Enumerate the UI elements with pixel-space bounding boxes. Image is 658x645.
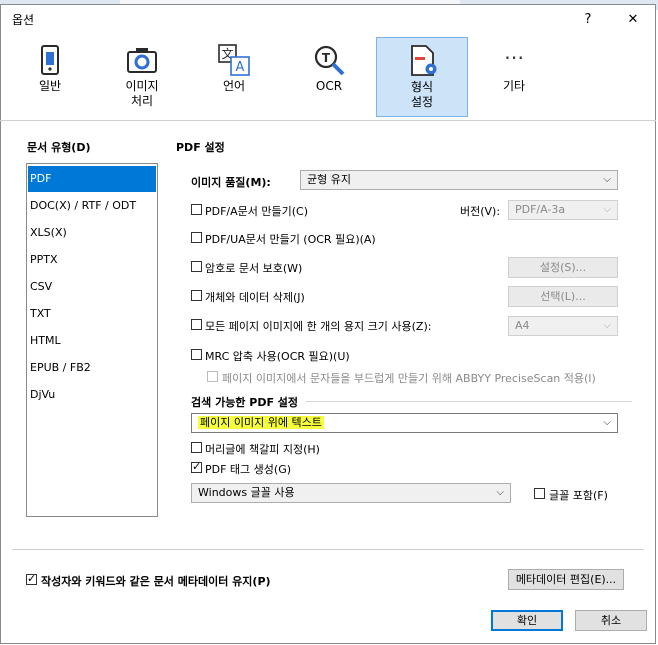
pdf-tags-label: PDF 태그 생성(G) (205, 463, 292, 476)
pdfua-label: PDF/UA문서 만들기 (OCR 필요)(A) (205, 233, 376, 246)
list-item[interactable]: TXT (28, 301, 156, 327)
tab-format-settings[interactable]: 형식 설정 (376, 37, 468, 117)
precisescan-label: 페이지 이미지에서 문자들을 부드럽게 만들기 위해 ABBYY Precise… (222, 372, 596, 385)
embed-fonts-checkbox[interactable] (534, 488, 545, 499)
group-divider (306, 401, 632, 402)
list-item[interactable]: PPTX (28, 247, 156, 273)
doc-types-heading: 문서 유형(D) (27, 141, 91, 154)
chevron-down-icon: ⌵ (603, 320, 611, 331)
document-gear-icon (411, 45, 437, 76)
single-paper-size-label: 모든 페이지 이미지에 한 개의 용지 크기 사용(Z): (205, 320, 432, 333)
doc-types-list[interactable]: PDF DOC(X) / RTF / ODT XLS(X) PPTX CSV T… (26, 163, 158, 517)
version-label: 버전(V): (460, 205, 501, 218)
dialog-title: 옵션 (12, 13, 35, 27)
mrc-checkbox[interactable] (191, 349, 202, 360)
chevron-down-icon: ⌵ (603, 417, 611, 428)
cancel-button[interactable]: 취소 (575, 610, 647, 631)
translate-icon: 文 A (218, 44, 250, 76)
list-item[interactable]: DOC(X) / RTF / ODT (28, 193, 156, 219)
tab-other[interactable]: ⋯ 기타 (468, 37, 560, 117)
pdfa-checkbox[interactable] (191, 204, 202, 215)
pdfa-label: PDF/A문서 만들기(C) (205, 205, 309, 218)
tabs-separator (0, 120, 656, 121)
ocr-magnifier-icon: T (314, 45, 345, 76)
image-quality-select[interactable]: 균형 유지 ⌵ (300, 170, 618, 190)
camera-icon (127, 48, 157, 73)
tab-ocr[interactable]: T OCR (283, 37, 375, 117)
more-icon: ⋯ (504, 45, 524, 69)
embed-fonts-label: 글꼴 포함(F) (549, 489, 608, 502)
password-checkbox[interactable] (191, 261, 202, 272)
pdfua-checkbox[interactable] (191, 232, 202, 243)
delete-objects-label: 개체와 데이터 삭제(J) (205, 291, 305, 304)
list-item[interactable]: PDF (28, 166, 156, 192)
chevron-down-icon: ⌵ (603, 204, 611, 215)
list-item[interactable]: XLS(X) (28, 220, 156, 246)
searchable-mode-select[interactable]: 페이지 이미지 위에 텍스트 ⌵ (191, 413, 618, 433)
list-item[interactable]: HTML (28, 328, 156, 354)
edit-metadata-button[interactable]: 메타데이터 편집(E)... (508, 569, 624, 590)
single-paper-size-checkbox[interactable] (191, 319, 202, 330)
precisescan-checkbox[interactable] (207, 371, 218, 382)
image-quality-label: 이미지 품질(M): (191, 176, 271, 189)
footer-separator (12, 549, 644, 550)
tab-image-processing[interactable]: 이미지 처리 (96, 37, 188, 117)
list-item[interactable]: DjVu (28, 382, 156, 408)
phone-icon (41, 45, 59, 75)
bookmark-checkbox[interactable] (191, 442, 202, 453)
help-button[interactable]: ? (570, 6, 606, 32)
password-label: 암호로 문서 보호(W) (205, 262, 303, 275)
list-item[interactable]: EPUB / FB2 (28, 355, 156, 381)
version-select[interactable]: PDF/A-3a ⌵ (508, 200, 618, 220)
paper-size-select[interactable]: A4 ⌵ (508, 316, 618, 336)
svg-text:T: T (322, 51, 331, 65)
ok-button[interactable]: 확인 (491, 610, 563, 631)
delete-objects-checkbox[interactable] (191, 290, 202, 301)
searchable-heading: 검색 가능한 PDF 설정 (191, 396, 299, 409)
svg-text:A: A (236, 60, 245, 75)
keep-metadata-label: 작성자와 키워드와 같은 문서 메타데이터 유지(P) (41, 575, 271, 588)
keep-metadata-checkbox[interactable] (26, 572, 37, 585)
bookmark-label: 머리글에 책갈피 지정(H) (205, 443, 320, 456)
chevron-down-icon: ⌵ (496, 487, 504, 498)
list-item[interactable]: CSV (28, 274, 156, 300)
close-button[interactable]: ✕ (615, 6, 651, 32)
pdf-settings-heading: PDF 설정 (176, 141, 225, 154)
tab-general[interactable]: 일반 (4, 37, 96, 117)
tab-language[interactable]: 文 A 언어 (188, 37, 280, 117)
password-settings-button[interactable]: 설정(S)... (508, 257, 618, 278)
chevron-down-icon: ⌵ (603, 174, 611, 185)
font-select[interactable]: Windows 글꼴 사용 ⌵ (191, 483, 511, 503)
mrc-label: MRC 압축 사용(OCR 필요)(U) (205, 350, 350, 363)
pdf-tags-checkbox[interactable] (191, 460, 202, 473)
select-objects-button[interactable]: 선택(L)... (508, 286, 618, 307)
